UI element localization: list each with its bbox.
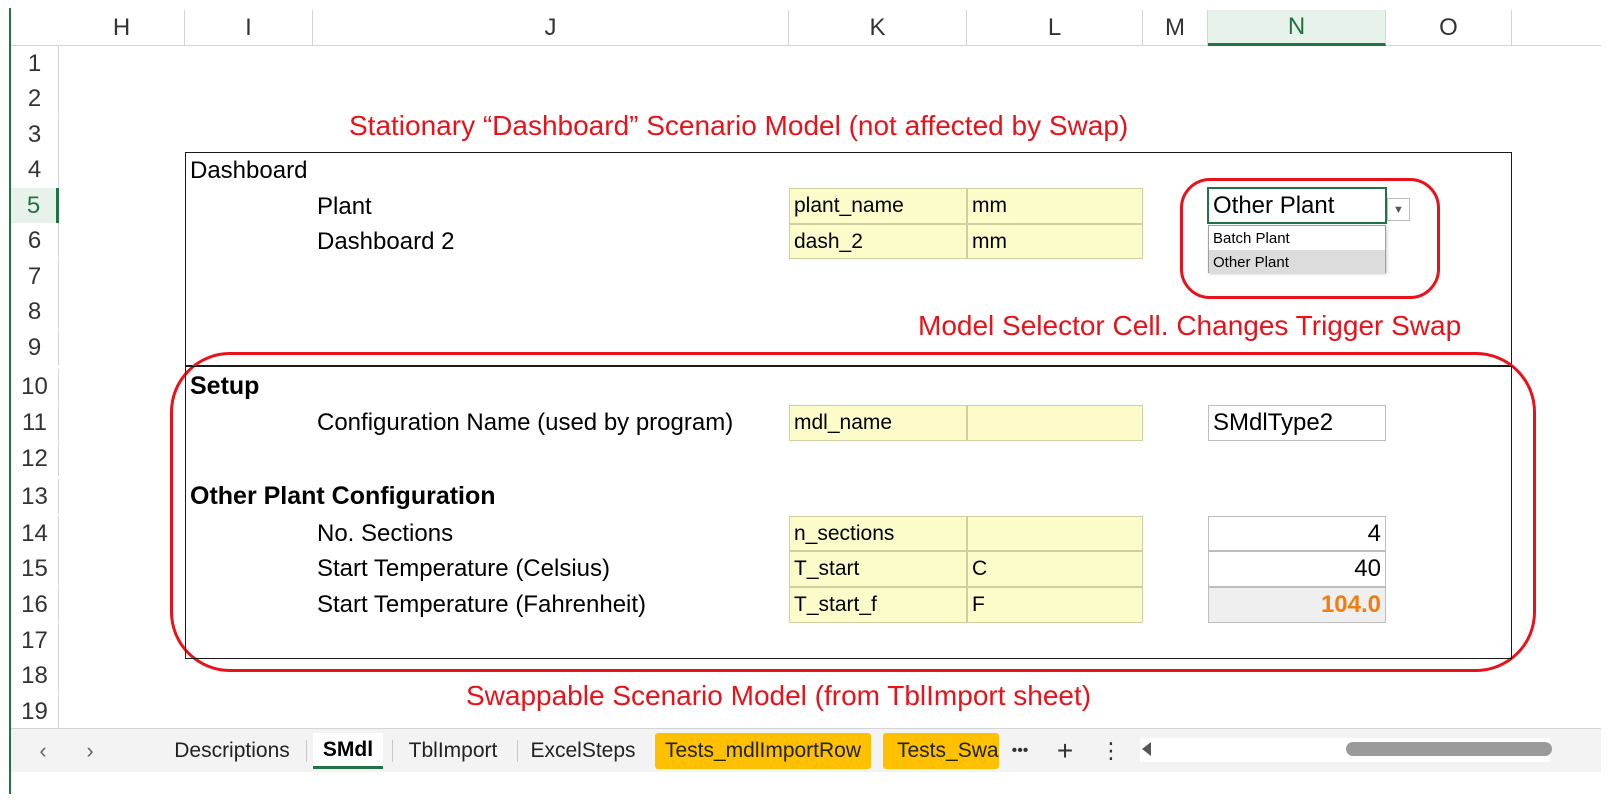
t-start-f-name-cell[interactable]: T_start_f [789,587,967,623]
plant-name-cell[interactable]: plant_name [789,188,967,224]
model-selector-cell[interactable]: Other Plant [1207,187,1387,224]
dash-2-name-cell[interactable]: dash_2 [789,224,967,259]
row-header-5[interactable]: 5 [11,188,59,223]
row-header-14[interactable]: 14 [11,516,59,551]
n-sections-name-cell[interactable]: n_sections [789,516,967,551]
tab-descriptions[interactable]: Descriptions [168,733,296,769]
configuration-name-value[interactable]: SMdlType2 [1208,405,1386,441]
column-header-o[interactable]: O [1386,10,1512,46]
tab-tblimport[interactable]: TblImport [398,733,508,769]
column-header-n[interactable]: N [1208,10,1386,46]
column-header-j[interactable]: J [313,10,789,46]
row-header-16[interactable]: 16 [11,587,59,622]
dropdown-option-other-plant[interactable]: Other Plant [1209,250,1385,274]
t-start-name-cell[interactable]: T_start [789,551,967,587]
dropdown-option-batch-plant[interactable]: Batch Plant [1209,226,1385,250]
t-start-f-label: Start Temperature (Fahrenheit) [317,591,647,618]
tab-excelsteps[interactable]: ExcelSteps [524,733,642,769]
column-header-i[interactable]: I [185,10,313,46]
dropdown-list: Batch Plant Other Plant [1208,225,1386,274]
setup-title: Setup [190,372,260,400]
sheet-options-button[interactable]: ⋮ [1098,733,1124,769]
plant-label: Plant [317,193,372,220]
dashboard-2-label: Dashboard 2 [317,228,455,255]
row-header-4[interactable]: 4 [11,152,59,187]
tab-tests-mdlimportrow[interactable]: Tests_mdlImportRow [655,733,871,769]
configuration-name-label: Configuration Name (used by program) [317,409,734,436]
column-header-l[interactable]: L [967,10,1143,46]
tab-smdl[interactable]: SMdl [313,733,383,769]
row-header-11[interactable]: 11 [11,405,59,440]
row-header-18[interactable]: 18 [11,658,59,693]
row-header-6[interactable]: 6 [11,223,59,258]
chevron-down-icon[interactable]: ▼ [1387,198,1410,221]
n-sections-unit-cell[interactable] [967,516,1143,551]
row-header-9[interactable]: 9 [11,330,59,365]
t-start-label: Start Temperature (Celsius) [317,555,610,582]
row-header-10[interactable]: 10 [11,369,59,404]
prev-sheet-button[interactable]: ‹ [28,733,58,769]
next-sheet-button[interactable]: › [75,733,105,769]
row-header-2[interactable]: 2 [11,81,59,116]
add-sheet-button[interactable]: + [1050,733,1080,769]
t-start-value[interactable]: 40 [1208,551,1386,587]
column-header-h[interactable]: H [59,10,185,46]
annotation-selector: Model Selector Cell. Changes Trigger Swa… [918,310,1462,341]
n-sections-label: No. Sections [317,520,454,547]
n-sections-value[interactable]: 4 [1208,516,1386,551]
row-header-17[interactable]: 17 [11,623,59,658]
row-header-3[interactable]: 3 [11,117,59,152]
plant-unit-cell[interactable]: mm [967,188,1143,224]
dash-2-unit-cell[interactable]: mm [967,224,1143,259]
config-title: Other Plant Configuration [190,482,496,510]
column-header-k[interactable]: K [789,10,967,46]
dashboard-title: Dashboard [190,157,308,184]
row-header-19[interactable]: 19 [11,694,59,729]
row-header-7[interactable]: 7 [11,259,59,294]
scrollbar-thumb[interactable] [1346,742,1552,756]
t-start-unit-cell[interactable]: C [967,551,1143,587]
row-header-8[interactable]: 8 [11,294,59,329]
row-header-13[interactable]: 13 [11,479,59,514]
tab-smdl-label: SMdl [322,737,374,761]
row-header-15[interactable]: 15 [11,551,59,586]
scroll-left-icon[interactable] [1142,742,1151,756]
tab-separator [517,740,518,762]
t-start-f-unit-cell[interactable]: F [967,587,1143,623]
row-header-12[interactable]: 12 [11,441,59,476]
annotation-stationary: Stationary “Dashboard” Scenario Model (n… [349,110,1129,141]
t-start-f-value[interactable]: 104.0 [1208,587,1386,623]
tab-tests-swap[interactable]: Tests_Swap [883,733,999,769]
mdl-name-cell[interactable]: mdl_name [789,405,967,441]
column-header-m[interactable]: M [1143,10,1208,46]
annotation-swappable: Swappable Scenario Model (from TblImport… [466,680,1092,711]
mdl-unit-cell[interactable] [967,405,1143,441]
more-tabs-button[interactable]: ••• [1005,733,1035,769]
tab-separator [306,740,307,762]
row-header-1[interactable]: 1 [11,46,59,81]
tab-separator [392,740,393,762]
